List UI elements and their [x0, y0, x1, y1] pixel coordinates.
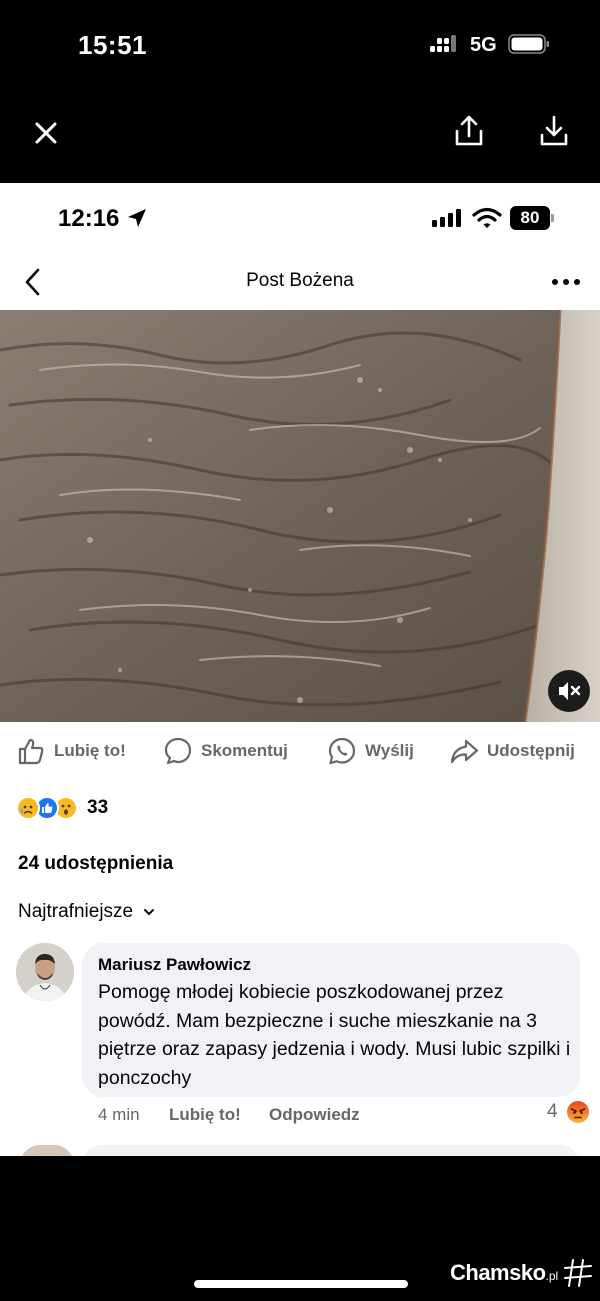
reaction-count: 33: [87, 797, 109, 818]
comment-bubble: Mariusz Pawłowicz Pomogę młodej kobiecie…: [82, 943, 580, 1097]
share-count[interactable]: 24 udostępnienia: [18, 853, 173, 875]
next-comment-bubble: [82, 1145, 580, 1156]
share-button[interactable]: Udostępnij: [449, 736, 575, 766]
angry-reaction-icon: [567, 1101, 589, 1123]
comment-like-button[interactable]: Lubię to!: [169, 1105, 241, 1125]
viewer-toolbar: [0, 90, 600, 183]
share-label: Udostępnij: [487, 741, 575, 760]
watermark-brand: Chamsko: [450, 1260, 546, 1285]
reaction-summary[interactable]: 33: [16, 794, 108, 822]
comment-reply-button[interactable]: Odpowiedz: [269, 1105, 360, 1125]
close-icon[interactable]: [28, 115, 64, 151]
comment-author[interactable]: Mariusz Pawłowicz: [98, 955, 251, 975]
wifi-icon: [472, 207, 502, 228]
comment-text: Pomogę młodej kobiecie poszkodowanej prz…: [98, 981, 571, 1089]
home-indicator[interactable]: [194, 1280, 408, 1288]
speaker-muted-icon: [559, 682, 581, 700]
comment-timestamp: 4 min: [98, 1105, 140, 1124]
sad-reaction-icon: [16, 796, 40, 820]
whatsapp-icon: [328, 737, 356, 765]
avatar[interactable]: [16, 943, 74, 1001]
cellular-signal-icon: [430, 35, 456, 52]
network-type: 5G: [470, 34, 497, 56]
comment-sort-dropdown[interactable]: Najtrafniejsze: [18, 901, 155, 923]
comment-reaction-count[interactable]: 4: [547, 1101, 558, 1123]
more-options-icon[interactable]: [548, 267, 584, 297]
watermark-tld: .pl: [545, 1269, 559, 1283]
chevron-down-icon: [144, 909, 155, 916]
video-player[interactable]: [0, 310, 600, 722]
comment-button[interactable]: Skomentuj: [163, 736, 288, 766]
cellular-signal-icon: [432, 209, 461, 227]
download-icon[interactable]: [536, 113, 572, 149]
share-icon[interactable]: [451, 113, 487, 149]
share-arrow-icon: [450, 739, 479, 764]
send-label: Wyślij: [365, 741, 414, 760]
post-header: Post Bożena: [0, 253, 600, 310]
battery-icon: [508, 34, 549, 54]
like-icon: [18, 738, 44, 765]
like-button[interactable]: Lubię to!: [16, 736, 126, 766]
like-label: Lubię to!: [54, 741, 126, 760]
battery-icon: 80: [510, 206, 554, 230]
viewer-status-bar: 15:51 5G: [0, 0, 600, 90]
watermark-logo: Chamsko .pl: [450, 1257, 594, 1289]
commenter-photo: [16, 943, 74, 1001]
flood-water-video-frame: [0, 310, 600, 722]
next-comment-avatar: [20, 1145, 74, 1156]
sort-label: Najtrafniejsze: [18, 901, 134, 922]
comment-label: Skomentuj: [201, 741, 288, 760]
screenshot-content: 12:16 80 Post Bożena Lubię to! Skomentuj…: [0, 183, 600, 1156]
battery-level: 80: [510, 206, 550, 230]
phone-status-time: 12:16: [58, 205, 120, 232]
location-arrow-icon: [128, 209, 146, 227]
post-actions-bar: Lubię to! Skomentuj Wyślij Udostępnij: [0, 728, 600, 774]
whatsapp-send-button[interactable]: Wyślij: [327, 736, 414, 766]
mute-button[interactable]: [548, 670, 590, 712]
comment-icon: [164, 737, 192, 765]
phone-status-bar: 12:16 80: [0, 183, 600, 253]
page-title: Post Bożena: [246, 270, 354, 291]
viewer-status-time: 15:51: [78, 30, 147, 60]
battery-cap: [551, 214, 554, 222]
hashtag-logo-icon: [564, 1259, 593, 1287]
